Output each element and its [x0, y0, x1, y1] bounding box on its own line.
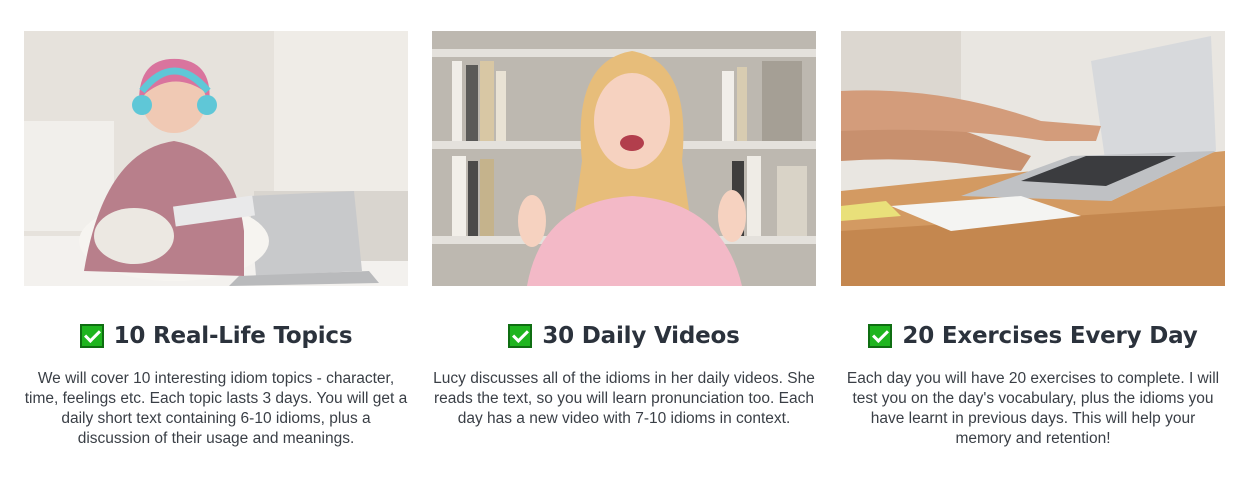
feature-photo-laptop: [841, 31, 1225, 286]
checkbox-checked-icon: [868, 324, 893, 348]
checkbox-checked-icon: [79, 324, 104, 348]
feature-title: 10 Real-Life Topics: [113, 323, 353, 349]
feature-title: 20 Exercises Every Day: [902, 323, 1198, 349]
feature-photo-student: [24, 31, 408, 286]
teacher-illustration: [432, 31, 816, 286]
student-illustration: [24, 31, 408, 286]
feature-heading: 10 Real-Life Topics: [24, 320, 408, 352]
feature-heading: 30 Daily Videos: [432, 320, 816, 352]
feature-description: We will cover 10 interesting idiom topic…: [24, 370, 408, 447]
feature-photo-teacher: [432, 31, 816, 286]
laptop-illustration: [841, 31, 1225, 286]
feature-card-videos: 30 Daily Videos Lucy discusses all of th…: [432, 31, 816, 429]
checkbox-checked-icon: [508, 324, 533, 348]
features-section: 10 Real-Life Topics We will cover 10 int…: [0, 0, 1242, 487]
feature-card-topics: 10 Real-Life Topics We will cover 10 int…: [24, 31, 408, 449]
feature-card-exercises: 20 Exercises Every Day Each day you will…: [841, 31, 1225, 449]
feature-description: Lucy discusses all of the idioms in her …: [433, 370, 815, 427]
feature-title: 30 Daily Videos: [542, 323, 740, 349]
feature-description: Each day you will have 20 exercises to c…: [846, 370, 1220, 447]
feature-heading: 20 Exercises Every Day: [841, 320, 1225, 352]
